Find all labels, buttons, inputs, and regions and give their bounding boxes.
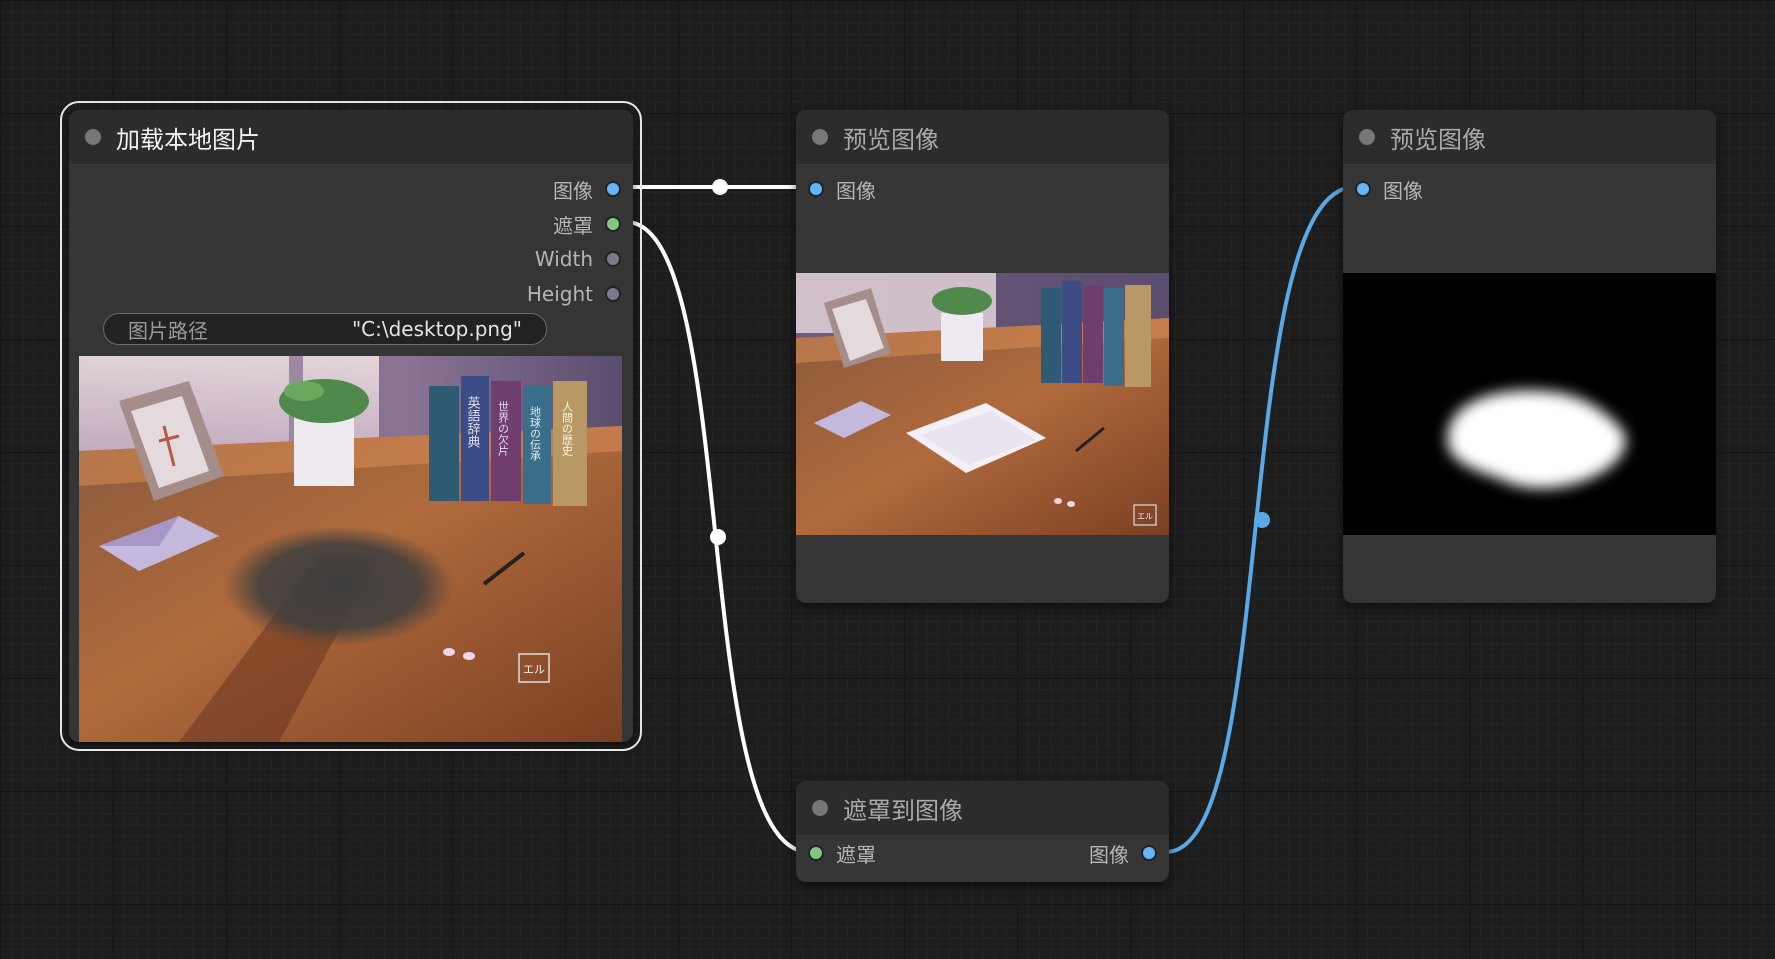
image-badge: エル: [523, 663, 545, 676]
link-midpoint-image[interactable]: [712, 179, 728, 195]
collapse-dot[interactable]: [1359, 129, 1375, 145]
loaded-image-preview: 英語辞典 世界の欠片 地球の伝承 人間の歴史 エル: [79, 356, 622, 742]
input-mask[interactable]: 遮罩: [808, 838, 876, 868]
book-title-1: 英語辞典: [465, 396, 481, 448]
input-image-label: 图像: [836, 178, 876, 203]
input-image-socket[interactable]: [808, 181, 824, 197]
image-path-value[interactable]: "C:\desktop.png": [352, 317, 522, 341]
preview-image-node-1[interactable]: 预览图像 图像 エル: [796, 110, 1169, 603]
node-header[interactable]: 预览图像: [796, 110, 1169, 165]
input-image-socket[interactable]: [1355, 181, 1371, 197]
output-width-label: Width: [534, 247, 593, 271]
output-image-label: 图像: [553, 178, 593, 203]
collapse-dot[interactable]: [812, 129, 828, 145]
mask-to-image-node[interactable]: 遮罩到图像 遮罩 图像: [796, 781, 1169, 882]
output-image-socket[interactable]: [1141, 845, 1157, 861]
desk-scene-preview: エル: [796, 273, 1169, 535]
input-mask-socket[interactable]: [808, 845, 824, 861]
node-header[interactable]: 预览图像: [1343, 110, 1716, 165]
input-mask-label: 遮罩: [836, 842, 876, 867]
book-title-4: 人間の歴史: [561, 401, 574, 457]
input-image[interactable]: 图像: [1355, 174, 1423, 204]
desk-scene-image: 英語辞典 世界の欠片 地球の伝承 人間の歴史 エル: [79, 356, 622, 742]
link-mask-image-to-preview[interactable]: [1165, 185, 1356, 854]
output-image[interactable]: 图像: [553, 174, 621, 204]
node-header[interactable]: 加载本地图片: [69, 110, 633, 165]
input-image[interactable]: 图像: [808, 174, 876, 204]
preview-image-1: エル: [796, 273, 1169, 535]
node-title: 遮罩到图像: [843, 796, 963, 825]
mask-preview-image: [1343, 273, 1716, 535]
image-path-widget[interactable]: 图片路径 "C:\desktop.png": [103, 313, 547, 345]
book-title-2: 世界の欠片: [497, 401, 510, 457]
output-height[interactable]: Height: [527, 279, 621, 309]
link-midpoint-blue[interactable]: [1254, 512, 1270, 528]
output-image-socket[interactable]: [605, 181, 621, 197]
output-height-socket[interactable]: [605, 286, 621, 302]
output-mask-socket[interactable]: [605, 216, 621, 232]
image-path-label: 图片路径: [128, 318, 208, 343]
book-title-3: 地球の伝承: [529, 406, 542, 461]
output-image-label: 图像: [1089, 842, 1129, 867]
node-title: 预览图像: [1390, 125, 1486, 154]
output-mask-label: 遮罩: [553, 213, 593, 238]
mask-shape: [1343, 273, 1716, 535]
load-image-node[interactable]: 加载本地图片 图像 遮罩 Width Height 图片路径 "C:\deskt…: [60, 101, 642, 751]
output-width-socket[interactable]: [605, 251, 621, 267]
preview-image-badge: エル: [1137, 512, 1153, 521]
collapse-dot[interactable]: [85, 129, 101, 145]
node-title: 加载本地图片: [116, 125, 260, 154]
link-mask-to-mask-to-image[interactable]: [625, 220, 810, 854]
link-midpoint-mask[interactable]: [710, 529, 726, 545]
output-height-label: Height: [526, 282, 593, 306]
collapse-dot[interactable]: [812, 800, 828, 816]
input-image-label: 图像: [1383, 178, 1423, 203]
output-mask[interactable]: 遮罩: [553, 209, 621, 239]
node-header[interactable]: 遮罩到图像: [796, 781, 1169, 836]
preview-image-node-2[interactable]: 预览图像 图像: [1343, 110, 1716, 603]
node-title: 预览图像: [843, 125, 939, 154]
output-width[interactable]: Width: [535, 244, 621, 274]
output-image[interactable]: 图像: [1089, 838, 1157, 868]
